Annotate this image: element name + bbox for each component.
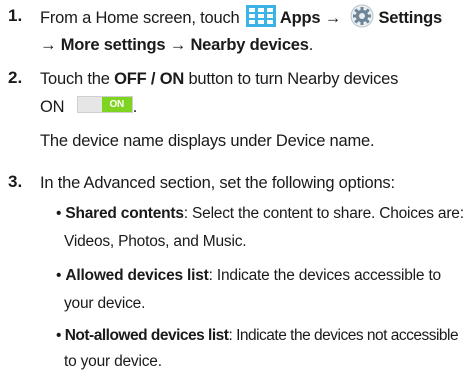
option-description: : Select the content to share. Choices a… (183, 205, 464, 222)
step-1-line-2: → More settings → Nearby devices. (40, 32, 313, 58)
bullet-dot: • (56, 327, 65, 344)
step-2-line-2: ON ON . (40, 94, 137, 120)
list-item-continuation: to your device. (64, 353, 162, 370)
option-description: : Indicate the devices not accessible (228, 327, 459, 344)
step-number: 1. (8, 6, 23, 25)
list-item-continuation: Videos, Photos, and Music. (64, 233, 247, 250)
settings-label: Settings (378, 9, 442, 27)
step-2-line-1: Touch the OFF / ON button to turn Nearby… (40, 66, 398, 92)
list-item: • Not-allowed devices list: Indicate the… (56, 322, 459, 350)
off-on-label: OFF / ON (114, 70, 185, 88)
instruction-page: 1. From a Home screen, touch Apps → Sett… (0, 0, 466, 370)
step-2-text: Touch the (40, 70, 110, 88)
step-1-text: From a Home screen, touch (40, 9, 240, 27)
arrow: → (169, 36, 187, 54)
option-title: Shared contents (65, 205, 184, 222)
on-toggle-switch: ON (76, 96, 133, 113)
arrow: → (324, 9, 342, 27)
settings-gear-icon (349, 4, 375, 28)
option-description: : Indicate the devices accessible to (208, 267, 442, 284)
toggle-on-label: ON (101, 97, 132, 112)
step-3-intro: In the Advanced section, set the followi… (40, 174, 395, 192)
period: . (132, 98, 138, 116)
more-settings-label: More settings (60, 36, 166, 54)
period: . (308, 36, 314, 54)
apps-grid-icon (245, 5, 276, 27)
bullet-dot: • (56, 267, 66, 284)
step-number: 2. (8, 68, 23, 87)
bullet-dot: • (56, 205, 66, 222)
list-item: • Allowed devices list: Indicate the dev… (56, 262, 441, 290)
step-1-line-1: From a Home screen, touch Apps → Setting… (40, 4, 442, 31)
step-2-text: button to turn Nearby devices (188, 70, 399, 88)
nearby-devices-label: Nearby devices (190, 36, 309, 54)
option-title: Allowed devices list (65, 267, 209, 284)
step-number: 3. (8, 172, 23, 191)
on-text: ON (40, 98, 65, 116)
apps-label: Apps (279, 9, 321, 27)
list-item: • Shared contents: Select the content to… (56, 200, 464, 228)
arrow: → (40, 36, 57, 54)
list-item-continuation: your device. (64, 295, 146, 312)
step-2-note: The device name displays under Device na… (40, 132, 375, 150)
option-title: Not-allowed devices list (64, 327, 229, 344)
